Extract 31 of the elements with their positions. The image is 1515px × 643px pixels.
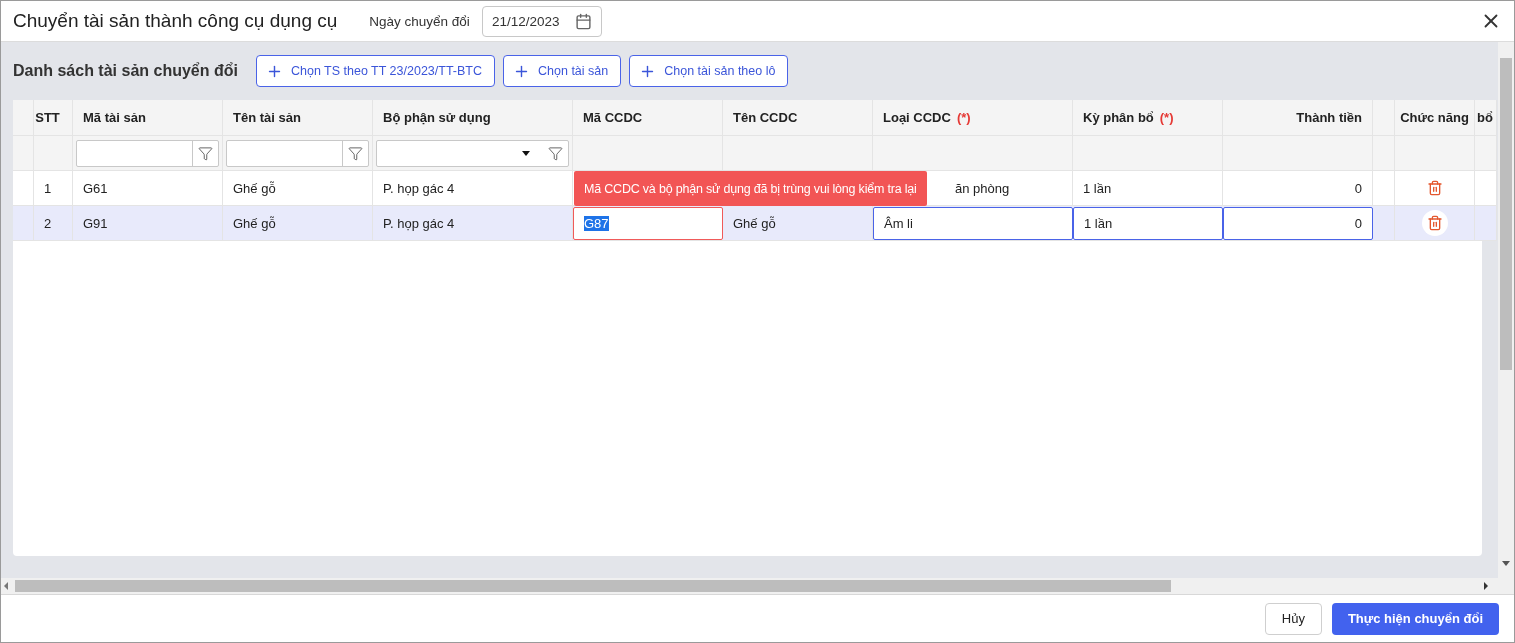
table-cell: Ghế gỗ — [223, 206, 373, 241]
filter-icon[interactable] — [198, 145, 213, 161]
table-row[interactable]: 2 G91 Ghế gỗ P. họp gác 4 G87 Ghế gỗ Âm li 1 lần 0 — [13, 206, 1497, 241]
add-button[interactable]: Chọn tài sản — [503, 55, 622, 87]
dialog-title: Chuyển tài sản thành công cụ dụng cụ — [13, 10, 338, 32]
date-field[interactable]: 21/12/2023 — [481, 5, 602, 37]
cell-input[interactable]: 1 lần — [1073, 206, 1223, 240]
filter-icon[interactable] — [348, 145, 363, 161]
horizontal-scrollbar[interactable] — [1, 578, 1514, 594]
error-tooltip: Mã CCDC và bộ phận sử dụng đã bị trùng vui lòng kiểm tra lại — [574, 171, 927, 206]
cell-input[interactable]: Âm li — [873, 206, 1073, 240]
table-cell — [13, 206, 34, 241]
convert-button[interactable]: Thực hiện chuyển đổi — [1331, 602, 1499, 635]
add-button[interactable]: Chọn TS theo TT 23/2023/TT-BTC — [255, 55, 496, 87]
table-cell — [1475, 206, 1497, 241]
delete-button[interactable] — [1421, 210, 1448, 236]
trash-icon — [1426, 180, 1443, 196]
add-button[interactable]: Chọn tài sản theo lô — [629, 55, 789, 87]
table-cell — [1373, 206, 1395, 241]
date-label: Ngày chuyển đổi — [369, 13, 470, 29]
table-cell: 2 — [23, 206, 73, 241]
cancel-button[interactable]: Hủy — [1264, 602, 1322, 635]
section-title: Danh sách tài sản chuyển đổi — [13, 62, 238, 80]
cell-input[interactable]: G87 — [573, 206, 723, 240]
cell-input[interactable]: 0 — [1223, 206, 1373, 240]
vertical-scrollbar[interactable] — [1498, 42, 1514, 578]
filter-icon[interactable] — [547, 145, 563, 161]
caret-icon — [522, 150, 530, 156]
trash-icon — [1426, 215, 1443, 231]
table-cell: G91 — [73, 206, 223, 241]
calendar-icon[interactable] — [574, 12, 592, 30]
